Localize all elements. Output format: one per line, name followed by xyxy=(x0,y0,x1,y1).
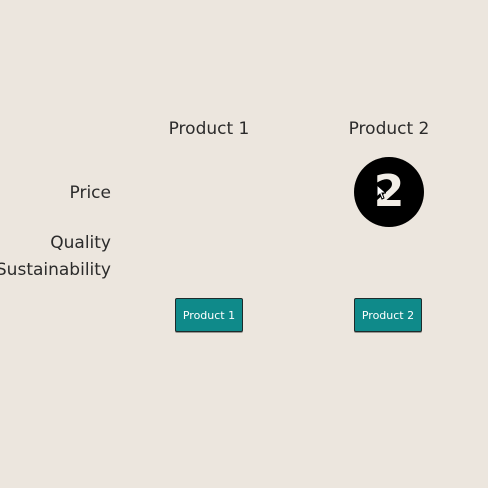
column-header-product-1: Product 1 xyxy=(168,119,250,139)
row-label-quality: Quality xyxy=(50,233,111,253)
column-header-product-2: Product 2 xyxy=(348,119,430,139)
price-rank-badge: 2 xyxy=(354,157,424,227)
row-label-sustainability: Sustainability xyxy=(0,260,111,280)
comparison-screen: Product 1 Product 2 Price Quality Sustai… xyxy=(0,0,488,488)
product-1-button[interactable]: Product 1 xyxy=(175,298,243,332)
product-2-button[interactable]: Product 2 xyxy=(354,298,422,332)
mouse-pointer-icon xyxy=(376,184,386,200)
row-label-price: Price xyxy=(69,183,111,203)
